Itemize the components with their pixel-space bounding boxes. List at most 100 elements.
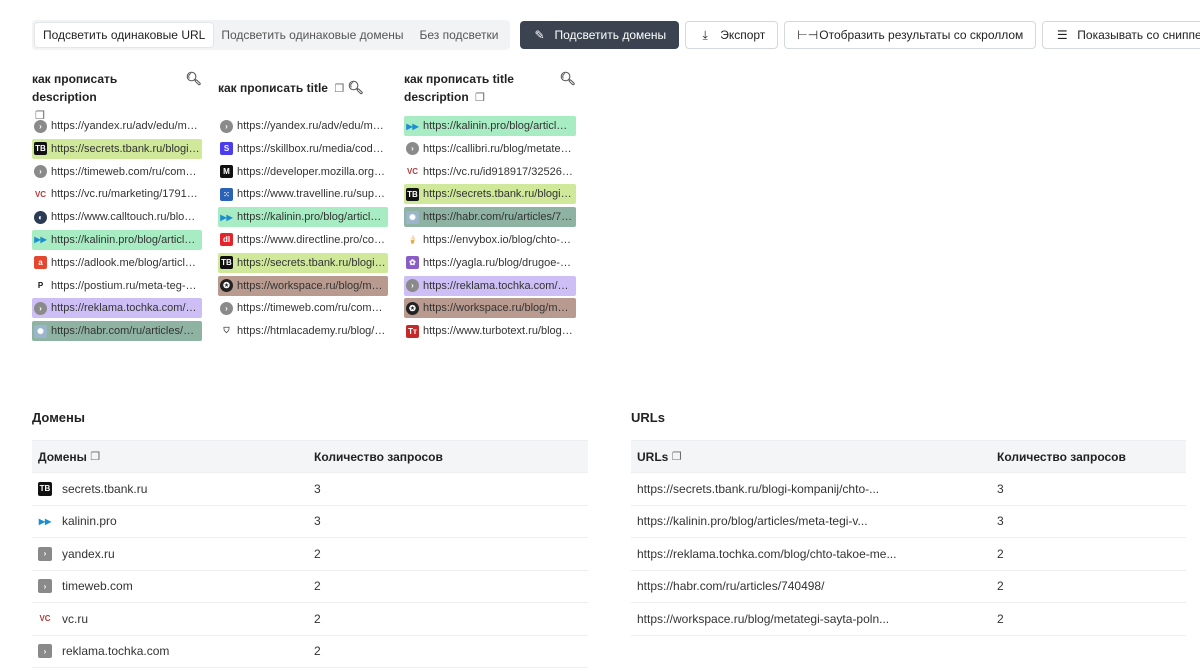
copy-icon[interactable]: ❐ [334, 83, 344, 95]
domain-cell: › timeweb.com [32, 579, 314, 594]
seg-same-url[interactable]: Подсветить одинаковые URL [35, 23, 214, 47]
copy-icon[interactable]: ❐ [475, 92, 485, 104]
domain-cell: TB secrets.tbank.ru [32, 481, 314, 496]
result-row[interactable]: ⁙ https://www.travelline.ru/supp... [218, 184, 388, 204]
table-row[interactable]: TB secrets.tbank.ru 3 [32, 473, 588, 506]
query-header: как прописать title ❐ 🔍︎ [218, 70, 388, 106]
yandex-favicon-icon: › [34, 119, 47, 133]
result-row[interactable]: ◐ https://www.calltouch.ru/blog/k... [32, 207, 202, 227]
highlight-domains-label: Подсветить домены [554, 28, 667, 42]
seg-same-domains[interactable]: Подсветить одинаковые домены [213, 23, 411, 47]
highlight-domains-button[interactable]: ✎ Подсветить домены [519, 21, 680, 49]
query-count: 3 [997, 514, 1004, 529]
result-row[interactable]: Phttps://postium.ru/meta-teg-de... [32, 276, 202, 296]
snippet-button[interactable]: ☰ Показывать со сниппетом [1042, 21, 1200, 49]
table-row[interactable]: https://secrets.tbank.ru/blogi-kompanij/… [631, 473, 1186, 506]
result-url: https://timeweb.com/ru/comm... [237, 302, 386, 315]
result-row[interactable]: dl https://www.directline.pro/con... [218, 230, 388, 250]
travelline-favicon-icon: ⁙ [220, 187, 233, 201]
result-url: https://vc.ru/id918917/325268-... [423, 165, 573, 178]
table-row[interactable]: › timeweb.com 2 [32, 571, 588, 603]
result-row[interactable]: › https://yandex.ru/adv/edu/mat... [218, 116, 388, 136]
result-url: https://workspace.ru/blog/met... [423, 302, 573, 315]
result-row[interactable]: › https://callibri.ru/blog/metategi... [404, 139, 576, 159]
result-row[interactable]: › https://timeweb.com/ru/comm... [32, 162, 202, 182]
urls-table: URLs ❐ Количество запросов https://secre… [631, 440, 1186, 636]
tbank-favicon-icon: TB [34, 142, 47, 156]
highlight-mode-segment: Подсветить одинаковые URL Подсветить оди… [32, 20, 510, 50]
domains-section-title: Домены [32, 410, 85, 425]
export-button[interactable]: ⤓ Экспорт [685, 21, 779, 49]
domains-col-header[interactable]: Домены ❐ [32, 450, 314, 464]
result-row[interactable]: a https://adlook.me/blog/articles/... [32, 253, 202, 273]
table-row[interactable]: https://reklama.tochka.com/blog/chto-tak… [631, 538, 1186, 571]
domain-name: secrets.tbank.ru [62, 481, 148, 496]
grey-favicon-icon: › [38, 579, 52, 594]
result-url: https://secrets.tbank.ru/blogi-k... [423, 188, 573, 201]
table-row[interactable]: › reklama.tochka.com 2 [32, 636, 588, 668]
result-row[interactable]: › https://reklama.tochka.com/bl... [404, 275, 576, 296]
result-list: ▶▶ https://kalinin.pro/blog/articles/... ›… [404, 116, 576, 341]
result-row[interactable]: Mhttps://developer.mozilla.org/r... [218, 162, 388, 182]
query-header: как прописать description ❐ 🔍︎ [32, 70, 202, 122]
result-row[interactable]: Shttps://skillbox.ru/media/code/t... [218, 139, 388, 159]
result-row[interactable]: TB https://secrets.tbank.ru/blogi-k... [404, 184, 576, 205]
result-url: https://www.travelline.ru/supp... [237, 188, 386, 201]
search-icon[interactable]: 🔍︎ [185, 70, 202, 88]
query-count: 2 [314, 644, 321, 659]
query-count: 2 [314, 579, 321, 594]
domain-name: reklama.tochka.com [62, 644, 170, 659]
result-row[interactable]: ✪ https://workspace.ru/blog/met... [404, 298, 576, 319]
result-row[interactable]: TB https://secrets.tbank.ru/blogi-k... [218, 252, 388, 273]
result-url: https://www.turbotext.ru/blog/o... [423, 325, 573, 338]
url-cell: https://secrets.tbank.ru/blogi-kompanij/… [637, 481, 880, 496]
query-header: как прописать title description ❐ 🔍︎ [404, 70, 576, 110]
result-row[interactable]: › https://timeweb.com/ru/comm... [218, 298, 388, 318]
query-column-3: как прописать title description ❐ 🔍︎ ▶▶ h… [404, 70, 576, 344]
postium-favicon-icon: P [37, 281, 44, 291]
result-url: https://www.directline.pro/con... [237, 233, 386, 246]
export-label: Экспорт [720, 28, 766, 42]
result-row[interactable]: TB https://secrets.tbank.ru/blogi-k... [32, 138, 202, 159]
calltouch-favicon-icon: ◐ [34, 210, 47, 224]
result-row[interactable]: ✪ https://workspace.ru/blog/met... [218, 275, 388, 296]
result-url: https://yandex.ru/adv/edu/mat... [237, 120, 386, 132]
search-icon[interactable]: 🔍︎ [348, 80, 365, 95]
table-row[interactable]: › yandex.ru 2 [32, 538, 588, 571]
copy-icon[interactable]: ❐ [672, 450, 682, 463]
domain-cell: › yandex.ru [32, 546, 314, 561]
query-count: 2 [314, 611, 321, 626]
result-row[interactable]: VC https://vc.ru/id918917/325268-... [404, 162, 576, 182]
query-title: как прописать title description ❐ [404, 72, 514, 104]
table-row[interactable]: https://workspace.ru/blog/metategi-sayta… [631, 603, 1186, 636]
copy-icon[interactable]: ❐ [90, 450, 100, 463]
result-row[interactable]: ✿ https://yagla.ru/blog/drugoe-o-... [404, 253, 576, 273]
result-row[interactable]: ▶▶ https://kalinin.pro/blog/articles/... [404, 116, 576, 136]
turbotext-favicon-icon: Tт [406, 324, 419, 338]
table-row[interactable]: https://habr.com/ru/articles/740498/2 [631, 571, 1186, 603]
result-row[interactable]: ⛉ https://htmlacademy.ru/blog/ht... [218, 321, 388, 341]
seg-no-highlight[interactable]: Без подсветки [412, 23, 507, 47]
result-url: https://htmlacademy.ru/blog/ht... [237, 325, 386, 338]
table-row[interactable]: ▶▶ kalinin.pro 3 [32, 506, 588, 538]
result-row[interactable]: ▶▶ https://kalinin.pro/blog/articles/... [32, 229, 202, 250]
search-icon[interactable]: 🔍︎ [559, 70, 576, 88]
count-col-header[interactable]: Количество запросов [997, 450, 1126, 464]
scroll-results-button[interactable]: ⊢⊣ Отобразить результаты со скроллом [784, 21, 1037, 49]
table-row[interactable]: https://kalinin.pro/blog/articles/meta-t… [631, 506, 1186, 538]
kalinin-favicon-icon: ▶▶ [34, 235, 47, 245]
result-row[interactable]: › https://reklama.tochka.com/bl... [32, 298, 202, 319]
result-url: https://reklama.tochka.com/bl... [51, 302, 200, 315]
result-row[interactable]: VC https://vc.ru/marketing/179177... [32, 184, 202, 204]
result-url: https://timeweb.com/ru/comm... [51, 165, 200, 178]
result-row[interactable]: ✺ https://habr.com/ru/articles/74... [404, 207, 576, 228]
result-row[interactable]: Tт https://www.turbotext.ru/blog/o... [404, 321, 576, 341]
domains-table-header: Домены ❐ Количество запросов [32, 440, 588, 473]
urls-col-header[interactable]: URLs ❐ [631, 450, 997, 464]
result-row[interactable]: ✺ https://habr.com/ru/articles/74... [32, 321, 202, 342]
result-row[interactable]: 🍦 https://envybox.io/blog/chto-ta... [404, 230, 576, 250]
grey-favicon-icon: › [34, 301, 47, 315]
count-col-header[interactable]: Количество запросов [314, 450, 443, 464]
result-row[interactable]: ▶▶ https://kalinin.pro/blog/articles/... [218, 207, 388, 228]
table-row[interactable]: VC vc.ru 2 [32, 603, 588, 636]
